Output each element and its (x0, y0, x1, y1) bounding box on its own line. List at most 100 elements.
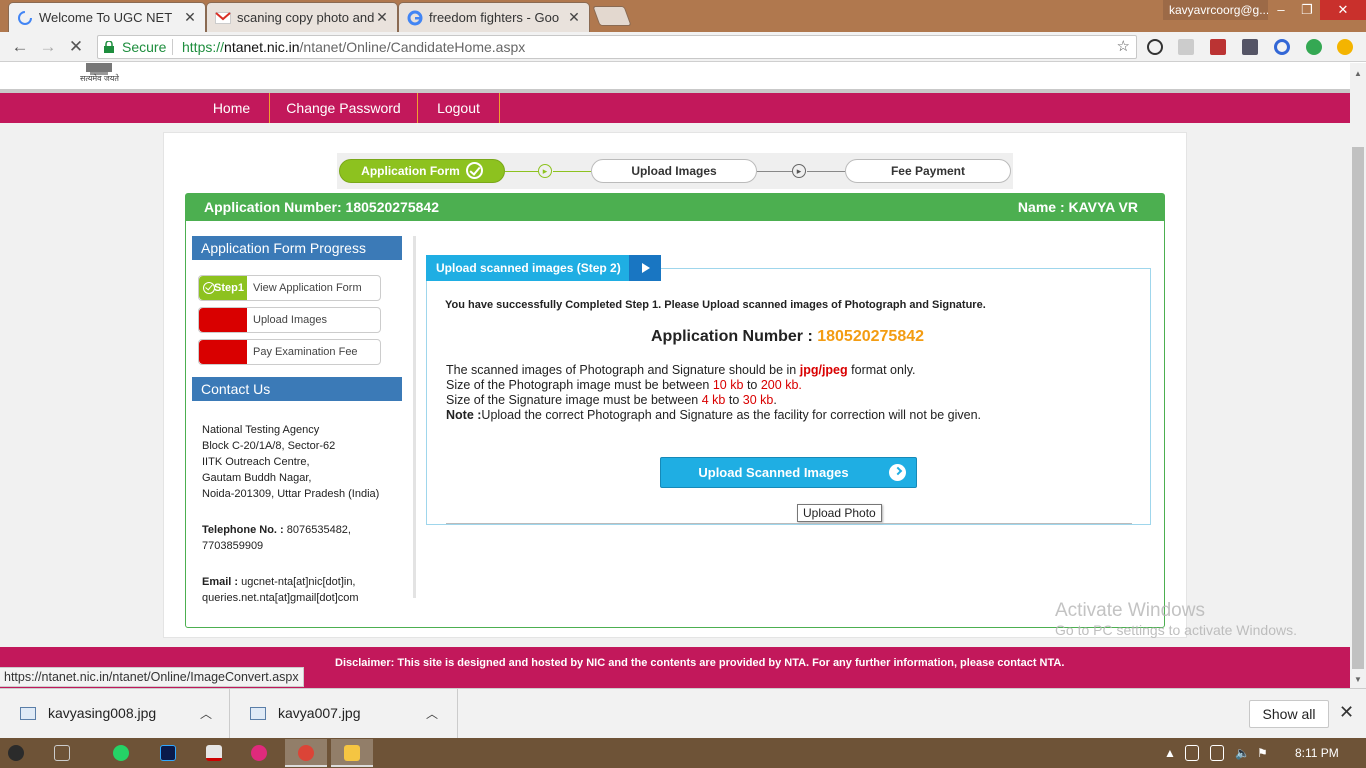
download-filename: kavya007.jpg (278, 705, 361, 721)
google-icon (407, 10, 423, 25)
photoshop-icon[interactable] (160, 745, 176, 761)
show-all-downloads-button[interactable]: Show all (1249, 700, 1329, 728)
step-badge: Step2 (199, 308, 247, 332)
download-item[interactable]: kavyasing008.jpg ︿ (0, 689, 230, 739)
close-downloads-icon[interactable]: ✕ (1339, 702, 1354, 723)
instruction-text: to (728, 393, 740, 407)
size-min: 4 kb (701, 393, 726, 407)
bookmark-star-icon[interactable]: ☆ (1117, 36, 1130, 58)
contact-address-line: IITK Outreach Centre, (202, 456, 310, 468)
stepper-step-application-form[interactable]: Application Form (339, 159, 505, 183)
maximize-button[interactable]: ❐ (1292, 0, 1322, 20)
tab-close-icon[interactable]: ✕ (375, 9, 389, 26)
email-label: Email : (202, 576, 239, 588)
nav-home-link[interactable]: Home (194, 93, 270, 123)
application-number-display: Application Number : 180520275842 (651, 328, 924, 346)
file-explorer-icon[interactable] (344, 745, 360, 761)
tab-welcome-ugc-net[interactable]: Welcome To UGC NET ✕ (8, 2, 206, 32)
instruction-text: Size of the Photograph image must be bet… (446, 378, 710, 392)
new-tab-button[interactable] (592, 6, 632, 26)
extension-x-icon[interactable] (1147, 39, 1163, 55)
telephone-number: 8076535482, (286, 524, 351, 536)
signature-size-instruction: Size of the Signature image must be betw… (446, 393, 777, 407)
sidebar-step-upload-images[interactable]: Step2 Upload Images (198, 307, 381, 333)
application-number-value: 180520275842 (817, 328, 925, 345)
sidebar: Application Form Progress Step1 View App… (192, 236, 416, 604)
chrome-icon[interactable] (298, 745, 314, 761)
contact-address-line: Noida-201309, Uttar Pradesh (India) (202, 488, 380, 500)
image-file-icon (250, 707, 266, 720)
stepper-step-fee-payment[interactable]: Fee Payment (845, 159, 1011, 183)
keyboard-icon[interactable] (54, 745, 70, 761)
profile-button[interactable]: kavyavrcoorg@g... (1163, 0, 1268, 20)
url-text[interactable]: https://ntanet.nic.in/ntanet/Online/Cand… (182, 36, 525, 58)
tab-title: scaning copy photo and (237, 10, 375, 25)
tray-volume-icon[interactable]: 🔈 (1235, 746, 1250, 760)
note-text: Upload the correct Photograph and Signat… (481, 408, 982, 422)
extension-monitor-icon[interactable] (1242, 39, 1258, 55)
extension-green-icon[interactable] (1306, 39, 1322, 55)
download-item[interactable]: kavya007.jpg ︿ (230, 689, 458, 739)
size-max: 30 kb (742, 393, 774, 407)
step-arrow-icon: ▸ (538, 164, 552, 178)
contact-email: Email : ugcnet-nta[at]nic[dot]in, (202, 576, 356, 588)
stepper-step-upload-images[interactable]: Upload Images (591, 159, 757, 183)
scrollbar-thumb[interactable] (1352, 147, 1364, 669)
status-bar-url: https://ntanet.nic.in/ntanet/Online/Imag… (0, 667, 304, 687)
extension-g-icon[interactable] (1178, 39, 1194, 55)
nav-logout-link[interactable]: Logout (418, 93, 500, 123)
browser-tab-strip: Welcome To UGC NET ✕ scaning copy photo … (0, 0, 1366, 32)
tray-flag-icon[interactable]: ⚑ (1257, 746, 1268, 760)
instruction-text: The scanned images of Photograph and Sig… (446, 363, 797, 377)
chevron-up-icon[interactable]: ︿ (426, 705, 438, 722)
application-stepper: Application Form ▸ Upload Images ▸ Fee P… (337, 153, 1013, 189)
url-separator (172, 39, 173, 55)
chrome-update-icon[interactable] (1337, 39, 1353, 55)
chevron-up-icon[interactable]: ︿ (200, 705, 212, 722)
url-domain: ntanet.nic.in (224, 39, 300, 55)
chevron-right-circle-icon (889, 464, 906, 481)
upload-scanned-images-button[interactable]: Upload Scanned Images (660, 457, 917, 488)
tray-expand-icon[interactable]: ▲ (1164, 746, 1176, 760)
tray-network-icon[interactable] (1210, 745, 1224, 761)
scroll-up-icon[interactable]: ▲ (1354, 69, 1362, 78)
section-divider (446, 523, 1132, 524)
nav-change-password-link[interactable]: Change Password (270, 93, 418, 123)
address-bar[interactable]: Secure https://ntanet.nic.in/ntanet/Onli… (97, 35, 1137, 59)
back-icon[interactable]: ← (10, 37, 30, 57)
taskbar-clock[interactable]: 8:11 PM (1295, 746, 1339, 760)
application-number-label: Application Number : (651, 328, 813, 345)
contact-address-line: Block C-20/1A/8, Sector-62 (202, 440, 336, 452)
news-app-icon[interactable] (206, 745, 222, 761)
contact-telephone: Telephone No. : 8076535482, (202, 524, 351, 536)
step-badge: Step3 (199, 340, 247, 364)
sidebar-step-pay-fee[interactable]: Step3 Pay Examination Fee (198, 339, 381, 365)
tab-close-icon[interactable]: ✕ (567, 9, 581, 26)
sidebar-step-view-application[interactable]: Step1 View Application Form (198, 275, 381, 301)
stepper-connector (807, 171, 845, 172)
music-app-icon[interactable] (251, 745, 267, 761)
scroll-down-icon[interactable]: ▼ (1354, 675, 1362, 684)
close-window-button[interactable]: ✕ (1320, 0, 1366, 20)
tab-close-icon[interactable]: ✕ (183, 9, 197, 26)
extension-blue-ring-icon[interactable] (1274, 39, 1290, 55)
stepper-connector (757, 171, 793, 172)
vertical-scrollbar[interactable]: ▲ ▼ (1350, 63, 1366, 688)
activate-windows-subtext: Go to PC settings to activate Windows. (1055, 622, 1297, 638)
step-badge: Step1 (199, 276, 247, 300)
start-paw-icon[interactable] (8, 745, 24, 761)
forward-icon[interactable]: → (38, 37, 58, 57)
application-header-bar: Application Number: 180520275842 Name : … (186, 194, 1164, 221)
contact-address-line: National Testing Agency (202, 424, 320, 436)
tab-gmail[interactable]: scaning copy photo and ✕ (206, 2, 398, 32)
windows-taskbar: ▲ 🔈 ⚑ 8:11 PM (0, 738, 1366, 768)
image-file-icon (20, 707, 36, 720)
tab-google-search[interactable]: freedom fighters - Goo ✕ (398, 2, 590, 32)
size-max: 200 kb (760, 378, 799, 392)
sidebar-step-label: Upload Images (253, 314, 327, 326)
tray-battery-icon[interactable] (1185, 745, 1199, 761)
extension-red-icon[interactable] (1210, 39, 1226, 55)
whatsapp-icon[interactable] (113, 745, 129, 761)
instruction-text: Size of the Signature image must be betw… (446, 393, 699, 407)
stop-icon[interactable]: ✕ (66, 37, 86, 57)
